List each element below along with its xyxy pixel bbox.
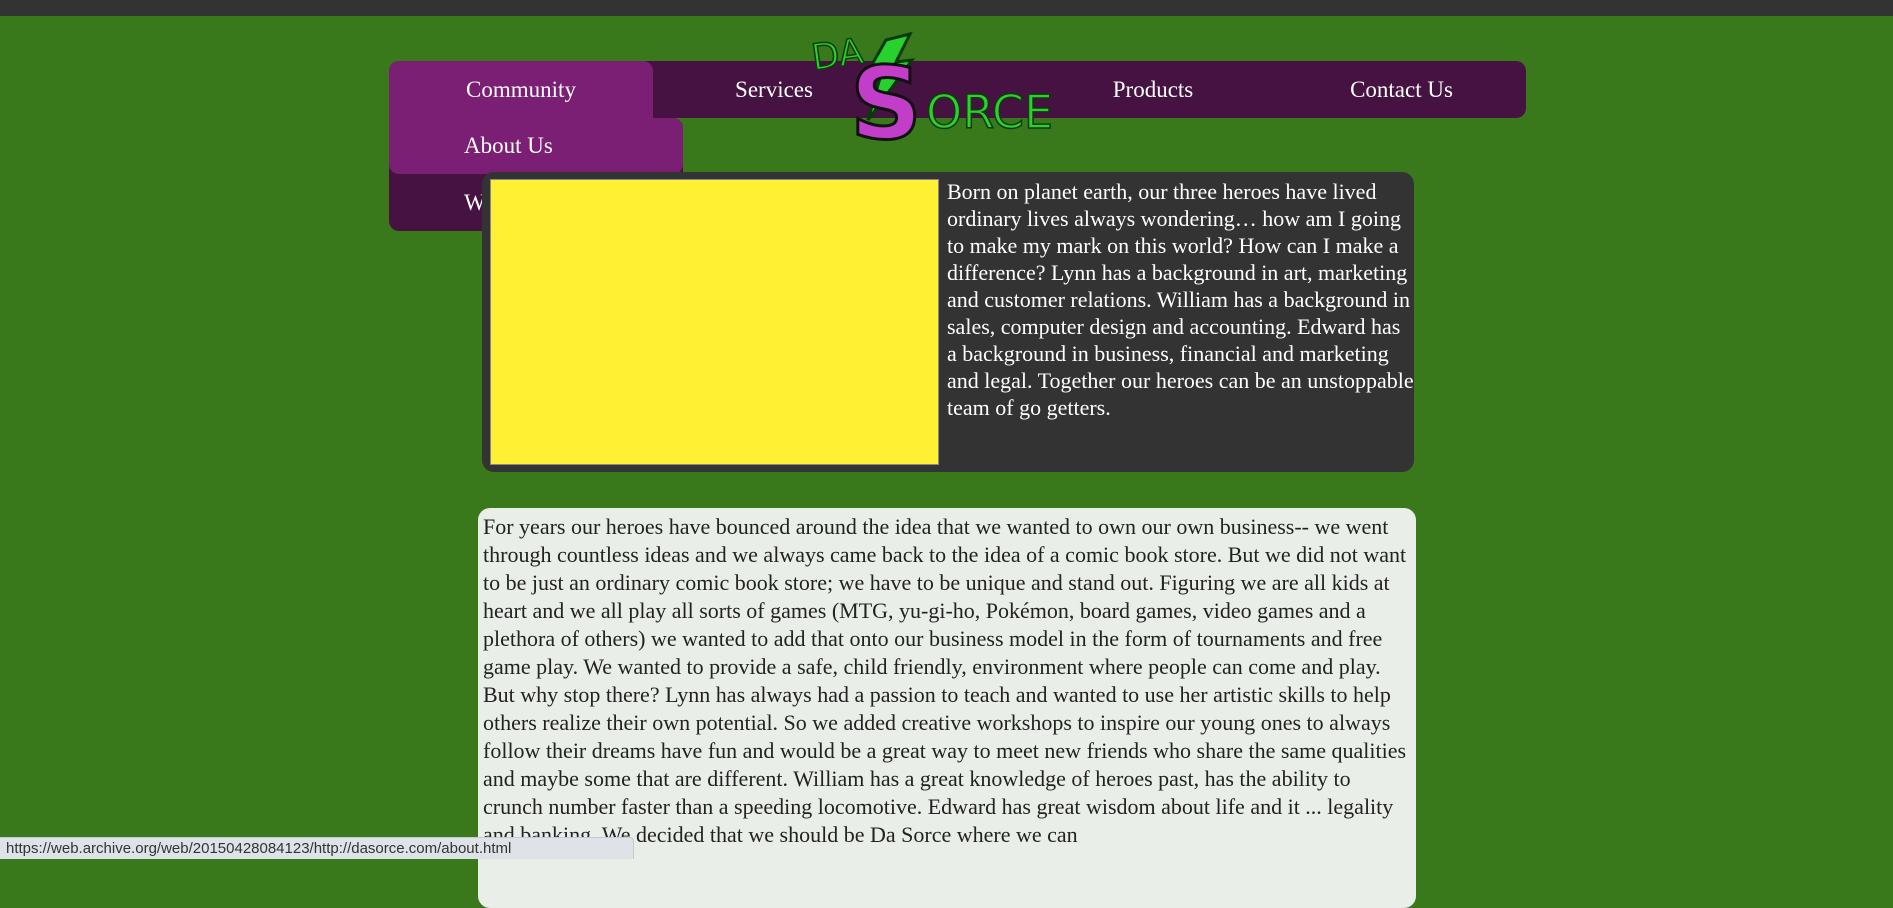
logo-text-main: ORCE [926,85,1052,139]
story-text: For years our heroes have bounced around… [483,514,1407,847]
intro-panel: Born on planet earth, our three heroes h… [482,172,1414,472]
top-bar [0,0,1893,16]
nav-products[interactable]: Products [1029,61,1277,118]
nav-contact-us[interactable]: Contact Us [1277,61,1526,118]
status-bar-url: https://web.archive.org/web/201504280841… [0,837,634,859]
dropdown-about-us[interactable]: About Us [389,118,683,174]
logo-letter-s: S [850,45,922,152]
hero-image-placeholder [490,179,939,465]
logo[interactable]: DA S ORCE [808,28,1052,152]
nav-community[interactable]: Community [389,61,653,118]
intro-text: Born on planet earth, our three heroes h… [947,179,1414,420]
